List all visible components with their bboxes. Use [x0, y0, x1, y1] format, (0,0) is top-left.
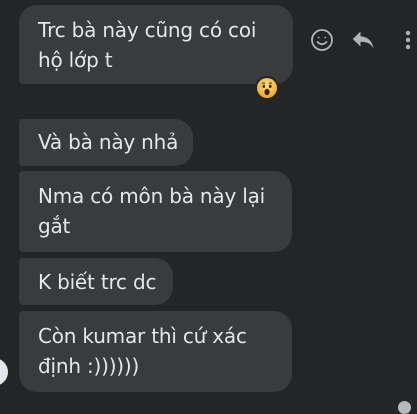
message-thread: Trc bà này cũng có coi hộ lớp t Và bà nà… [0, 0, 417, 414]
message-bubble[interactable]: Và bà này nhả [19, 119, 193, 166]
message-bubble[interactable]: Còn kumar thì cứ xác định :)))))) [19, 311, 292, 392]
reply-icon [351, 28, 375, 56]
message-bubble[interactable]: K biết trc dc [19, 258, 173, 305]
reply-button[interactable] [349, 28, 377, 56]
smiley-icon [310, 28, 334, 56]
react-button[interactable] [308, 28, 336, 56]
wow-reaction-icon[interactable] [255, 76, 279, 100]
seen-indicator [398, 401, 411, 414]
more-options-button[interactable] [394, 28, 417, 56]
message-bubble[interactable]: Nma có môn bà này lại gắt [19, 171, 292, 252]
message-actions [306, 28, 417, 56]
message-bubble[interactable]: Trc bà này cũng có coi hộ lớp t [19, 5, 293, 84]
more-vertical-icon [404, 28, 412, 56]
sender-avatar[interactable] [0, 358, 8, 386]
